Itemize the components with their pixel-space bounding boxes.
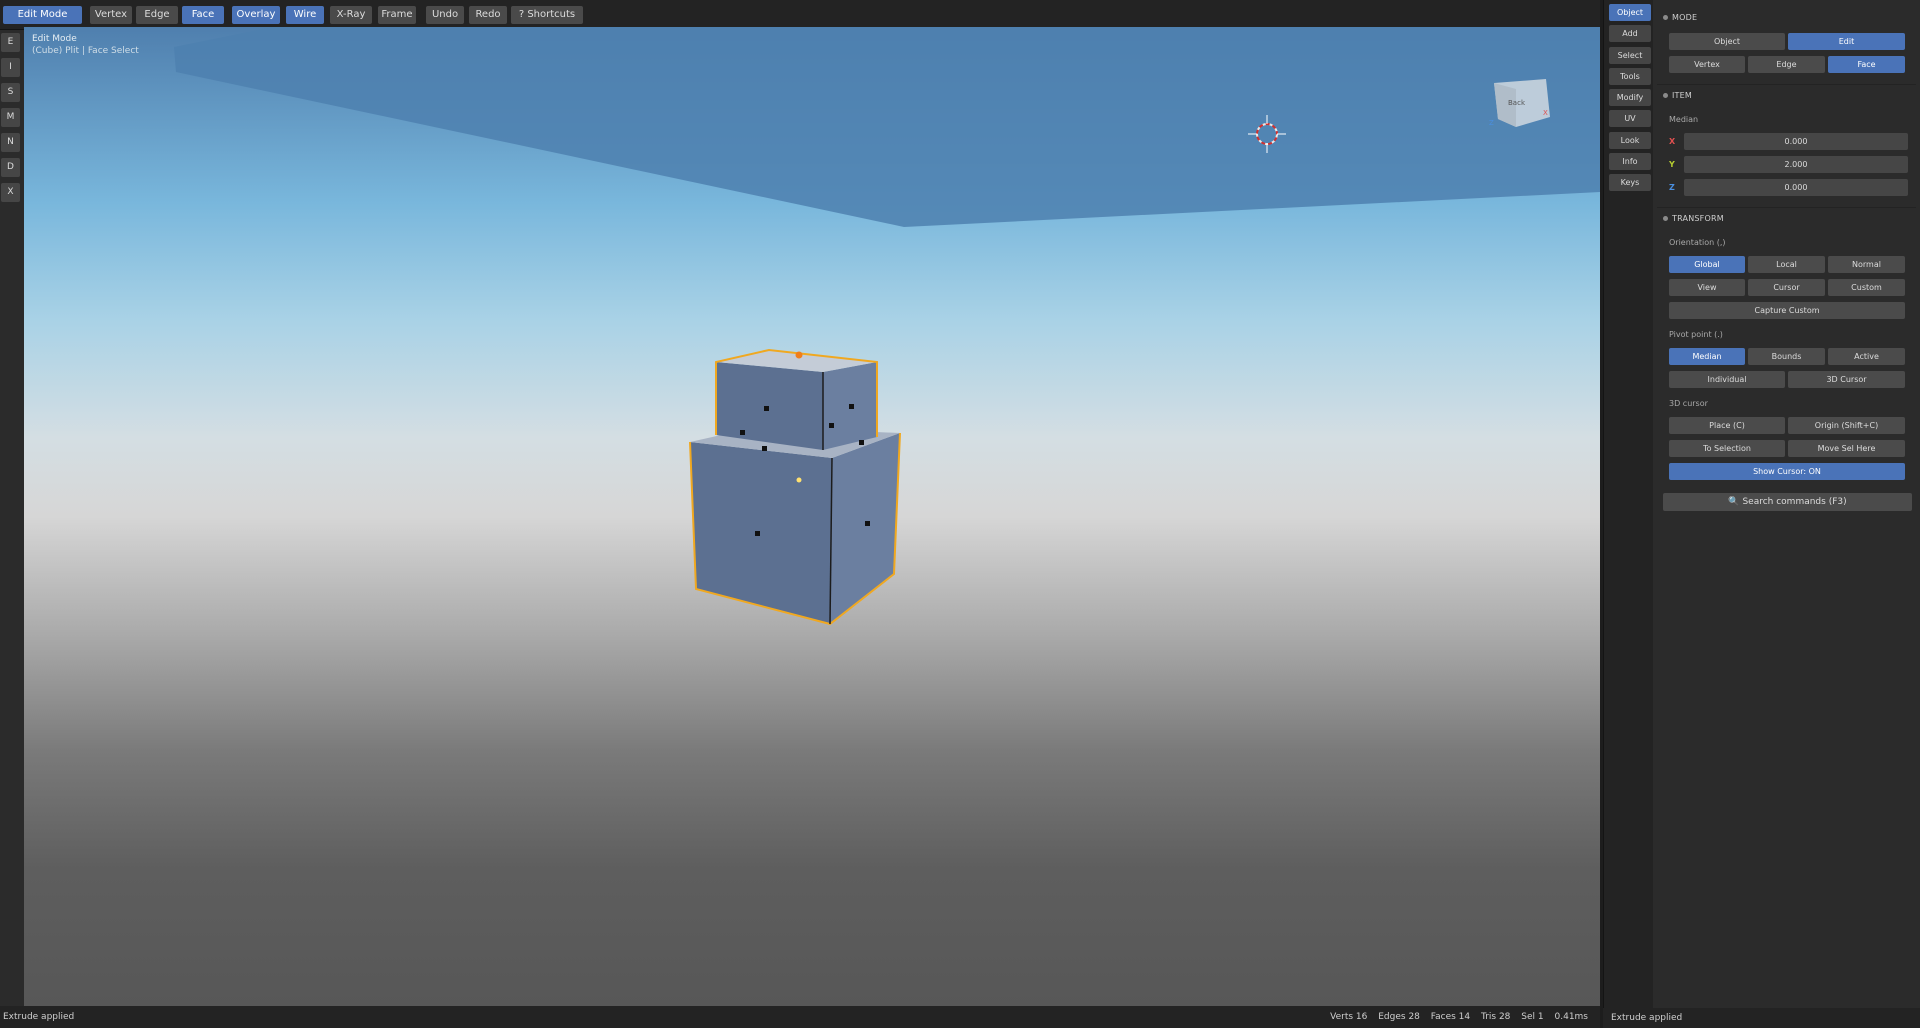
median-y-field[interactable]: 2.000 (1684, 156, 1908, 173)
item-section-title: ITEM (1672, 91, 1693, 100)
tab-tools[interactable]: Tools (1609, 68, 1651, 85)
median-x-field[interactable]: 0.000 (1684, 133, 1908, 150)
face-mode-button[interactable]: Face (1828, 56, 1905, 73)
edge-mode-button[interactable]: Edge (1748, 56, 1825, 73)
cursor-to-selection-button[interactable]: To Selection (1669, 440, 1785, 457)
tool-normals-button[interactable]: N (1, 133, 20, 152)
tool-merge-button[interactable]: M (1, 108, 20, 127)
transform-section-header[interactable]: TRANSFORM (1663, 214, 1724, 223)
collapse-dot-icon (1663, 216, 1668, 221)
show-cursor-toggle[interactable]: Show Cursor: ON (1669, 463, 1905, 480)
orientation-view-button[interactable]: View (1669, 279, 1745, 296)
z-axis-label: Z (1669, 183, 1675, 192)
tab-modify[interactable]: Modify (1609, 89, 1651, 106)
pivot-median-button[interactable]: Median (1669, 348, 1745, 365)
xray-toggle-button[interactable]: X-Ray (330, 6, 372, 24)
shortcuts-button[interactable]: ? Shortcuts (511, 6, 583, 24)
wire-toggle-button[interactable]: Wire (286, 6, 324, 24)
pivot-individual-button[interactable]: Individual (1669, 371, 1785, 388)
undo-button[interactable]: Undo (426, 6, 464, 24)
active-face-dot[interactable] (795, 351, 803, 359)
collapse-dot-icon (1663, 93, 1668, 98)
3d-cursor-label: 3D cursor (1669, 399, 1708, 408)
gizmo-back-label: Back (1508, 99, 1525, 107)
stat-verts: Verts 16 (1330, 1012, 1368, 1022)
x-axis-label: X (1669, 137, 1676, 146)
tool-duplicate-button[interactable]: D (1, 158, 20, 177)
collapse-dot-icon (1663, 15, 1668, 20)
tab-look[interactable]: Look (1609, 132, 1651, 149)
edge-select-button[interactable]: Edge (136, 6, 178, 24)
status-bar: Extrude applied Verts 16 Edges 28 Faces … (0, 1006, 1600, 1028)
tab-select[interactable]: Select (1609, 47, 1651, 64)
sidebar-tabs: Object Add Select Tools Modify UV Look I… (1603, 0, 1653, 1028)
redo-button[interactable]: Redo (469, 6, 507, 24)
orientation-cursor-button[interactable]: Cursor (1748, 279, 1825, 296)
tool-extrude-button[interactable]: E (1, 33, 20, 52)
panel-status-message: Extrude applied (1603, 1008, 1920, 1028)
section-divider (1657, 84, 1916, 85)
viewport-scene (174, 27, 1600, 626)
tab-keys[interactable]: Keys (1609, 174, 1651, 191)
stat-tris: Tris 28 (1481, 1012, 1511, 1022)
face-select-button[interactable]: Face (182, 6, 224, 24)
pivot-active-button[interactable]: Active (1828, 348, 1905, 365)
stat-faces: Faces 14 (1430, 1012, 1471, 1022)
mode-section-header[interactable]: MODE (1663, 13, 1697, 22)
mode-section-title: MODE (1672, 13, 1698, 22)
edit-mode-button[interactable]: Edit (1788, 33, 1905, 50)
tab-add[interactable]: Add (1609, 25, 1651, 42)
3d-viewport[interactable]: Back Z X Edit Mode (Cube) Plit | Face Se… (24, 27, 1600, 1006)
item-section-header[interactable]: ITEM (1663, 91, 1692, 100)
pivot-3d-cursor-button[interactable]: 3D Cursor (1788, 371, 1905, 388)
y-axis-label: Y (1669, 160, 1675, 169)
origin-dot (796, 477, 802, 483)
mesh-stats: Verts 16 Edges 28 Faces 14 Tris 28 Sel 1… (1322, 1006, 1588, 1028)
left-tool-column: E I S M N D X (0, 30, 24, 1006)
pivot-point-label: Pivot point (.) (1669, 330, 1723, 339)
capture-custom-button[interactable]: Capture Custom (1669, 302, 1905, 319)
tool-scale-button[interactable]: S (1, 83, 20, 102)
gizmo-x-label: X (1543, 109, 1548, 117)
section-divider (1657, 207, 1916, 208)
orientation-global-button[interactable]: Global (1669, 256, 1745, 273)
median-z-field[interactable]: 0.000 (1684, 179, 1908, 196)
pivot-bounds-button[interactable]: Bounds (1748, 348, 1825, 365)
orientation-local-button[interactable]: Local (1748, 256, 1825, 273)
search-commands-button[interactable]: 🔍 Search commands (F3) (1663, 493, 1912, 511)
stat-edges: Edges 28 (1378, 1012, 1420, 1022)
mode-selector-button[interactable]: Edit Mode (3, 6, 82, 24)
origin-cursor-button[interactable]: Origin (Shift+C) (1788, 417, 1905, 434)
transform-section-title: TRANSFORM (1672, 214, 1724, 223)
frame-button[interactable]: Frame (378, 6, 416, 24)
vertex-select-button[interactable]: Vertex (90, 6, 132, 24)
stat-frame-time: 0.41ms (1554, 1012, 1589, 1022)
tool-delete-button[interactable]: X (1, 183, 20, 202)
vertex-mode-button[interactable]: Vertex (1669, 56, 1745, 73)
tab-object[interactable]: Object (1609, 4, 1651, 21)
gizmo-z-label: Z (1489, 119, 1494, 127)
tab-uv[interactable]: UV (1609, 110, 1651, 127)
tool-inset-button[interactable]: I (1, 58, 20, 77)
orientation-custom-button[interactable]: Custom (1828, 279, 1905, 296)
overlay-toggle-button[interactable]: Overlay (232, 6, 280, 24)
top-toolbar: Edit Mode Vertex Edge Face Overlay Wire … (0, 0, 1600, 30)
orientation-label: Orientation (,) (1669, 238, 1726, 247)
object-mode-button[interactable]: Object (1669, 33, 1785, 50)
properties-panel: MODE Object Edit Vertex Edge Face ITEM M… (1653, 0, 1920, 1028)
orientation-normal-button[interactable]: Normal (1828, 256, 1905, 273)
stat-selected: Sel 1 (1521, 1012, 1544, 1022)
move-selection-here-button[interactable]: Move Sel Here (1788, 440, 1905, 457)
median-label: Median (1669, 115, 1699, 124)
tab-info[interactable]: Info (1609, 153, 1651, 170)
status-message: Extrude applied (3, 1012, 75, 1022)
place-cursor-button[interactable]: Place (C) (1669, 417, 1785, 434)
viewport-object-info: (Cube) Plit | Face Select (32, 46, 139, 56)
viewport-info-overlay: Edit Mode (Cube) Plit | Face Select (32, 33, 139, 57)
viewport-mode-label: Edit Mode (32, 34, 77, 44)
sky-plane (174, 27, 1600, 227)
